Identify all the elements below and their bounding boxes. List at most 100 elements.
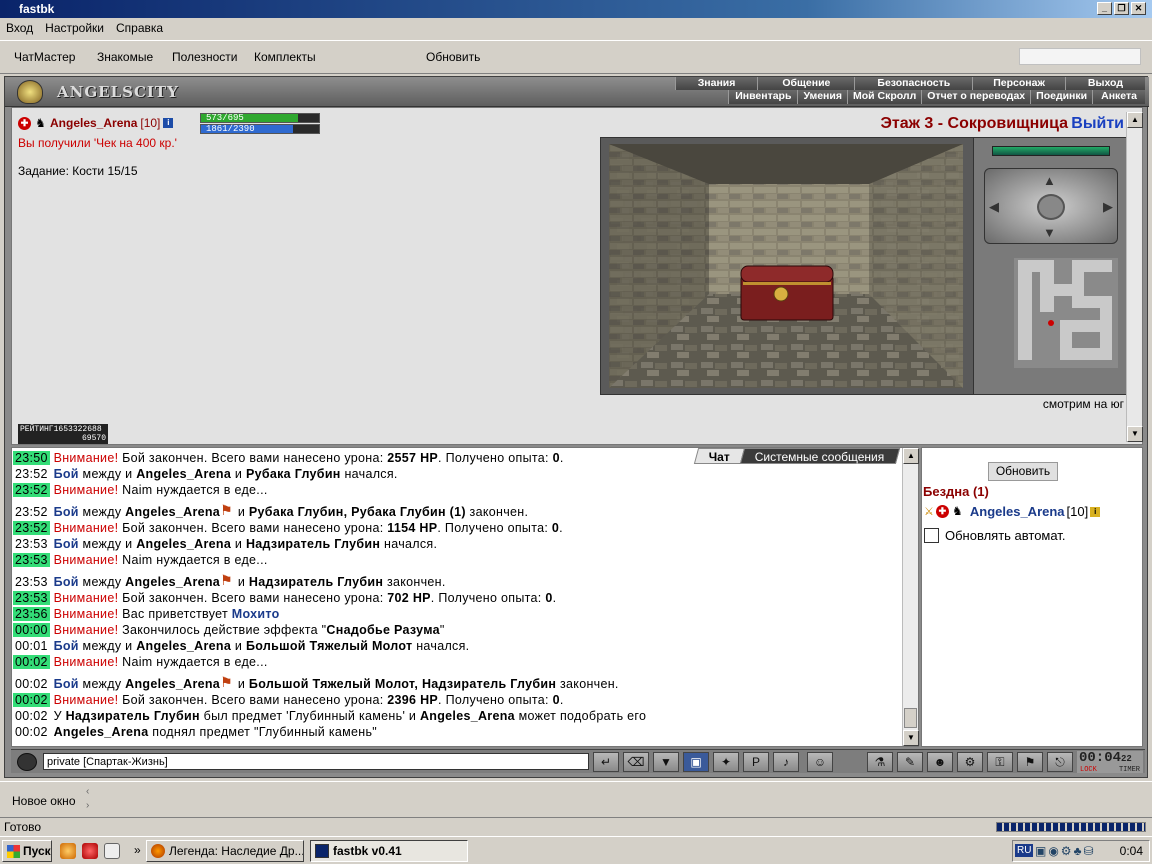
arrow-down-icon[interactable]: ▼: [1043, 225, 1056, 240]
chat-timestamp: 23:52: [15, 467, 48, 481]
chat-bold-text: Надзиратель Глубин: [245, 537, 381, 551]
lock-icon[interactable]: ⚿: [987, 752, 1013, 772]
chat-battle-link[interactable]: Бой: [54, 467, 79, 481]
online-refresh-button[interactable]: Обновить: [988, 462, 1058, 481]
info-icon[interactable]: i: [163, 118, 174, 128]
chat-input[interactable]: [43, 753, 589, 770]
chat-scroll-thumb[interactable]: [904, 708, 917, 728]
chat-bold-text: Angeles_Arena: [125, 575, 221, 589]
chat-battle-link[interactable]: Бой: [54, 575, 79, 589]
start-button[interactable]: Пуск: [2, 840, 52, 862]
arrow-left-icon[interactable]: ◀: [989, 199, 999, 215]
maximize-button[interactable]: ❐: [1114, 2, 1129, 15]
gear-icon[interactable]: ⚙: [957, 752, 983, 772]
search-input[interactable]: [1019, 48, 1141, 65]
next-arrow-icon[interactable]: ›: [86, 800, 89, 811]
auto-refresh-checkbox[interactable]: [924, 528, 939, 543]
chat-text: Бой закончен. Всего вами нанесено урона:: [118, 521, 388, 535]
chat-battle-link[interactable]: Бой: [54, 639, 79, 653]
close-button[interactable]: ✕: [1131, 2, 1146, 15]
flag-icon[interactable]: ⚑: [1017, 752, 1043, 772]
chat-line: 00:02 Внимание! Бой закончен. Всего вами…: [13, 692, 899, 708]
taskbar-game-window[interactable]: Легенда: Наследие Др...: [146, 840, 304, 862]
emote-icon[interactable]: ✦: [713, 752, 739, 772]
exit-icon[interactable]: ⎋: [1047, 752, 1073, 772]
chat-text: и: [234, 505, 249, 519]
nav-transfers[interactable]: Отчет о переводах: [921, 90, 1031, 104]
useful-button[interactable]: Полезности: [172, 50, 237, 64]
clock-time: 00:04: [1079, 750, 1122, 766]
nav-inventory[interactable]: Инвентарь: [728, 90, 798, 104]
translit-icon[interactable]: Р: [743, 752, 769, 772]
center-button[interactable]: [1037, 194, 1065, 220]
chat-battle-link[interactable]: Бой: [54, 505, 79, 519]
tray-icons[interactable]: ▣◉⚙♣⛁: [1035, 844, 1096, 858]
chat-text: закончен.: [465, 505, 529, 519]
quicklaunch-opera-icon[interactable]: [82, 843, 98, 859]
chat-timestamp: 23:52: [13, 483, 50, 497]
nav-duels[interactable]: Поединки: [1030, 90, 1093, 104]
chat-timestamp: 00:00: [13, 623, 50, 637]
chat-battle-link[interactable]: Бой: [54, 537, 79, 551]
chat-scroll-down-icon[interactable]: ▼: [903, 730, 919, 746]
chat-battle-link[interactable]: Бой: [54, 677, 79, 691]
smiley-icon[interactable]: ☺: [807, 752, 833, 772]
quicklaunch-more-icon[interactable]: »: [134, 843, 141, 857]
nav-character[interactable]: Персонаж: [972, 77, 1065, 90]
exit-link[interactable]: Выйти: [1071, 115, 1124, 133]
clock-timer[interactable]: TIMER: [1119, 766, 1140, 774]
minimize-button[interactable]: _: [1097, 2, 1112, 15]
clock-lock[interactable]: LOCK: [1080, 766, 1097, 774]
scroll-icon[interactable]: ✎: [897, 752, 923, 772]
taskbar-fastbk-window[interactable]: fastbk v0.41: [310, 840, 468, 862]
arrow-right-icon[interactable]: ▶: [1103, 199, 1113, 215]
main-scrollbar[interactable]: ▲ ▼: [1126, 112, 1143, 442]
save-icon[interactable]: ▣: [683, 752, 709, 772]
nav-security[interactable]: Безопасность: [854, 77, 973, 90]
nav-my-scroll[interactable]: Мой Скролл: [846, 90, 922, 104]
chat-text: и: [231, 467, 246, 481]
user-info-icon[interactable]: i: [1090, 506, 1101, 517]
mask-icon[interactable]: ☻: [927, 752, 953, 772]
menu-login[interactable]: Вход: [6, 21, 33, 35]
chat-timestamp: 00:02: [15, 677, 48, 691]
nav-skills[interactable]: Умения: [797, 90, 847, 104]
scroll-down-icon[interactable]: ▼: [1127, 426, 1143, 442]
user-name[interactable]: Angeles_Arena: [970, 504, 1065, 519]
clock-seconds: 22: [1121, 754, 1132, 764]
nav-communication[interactable]: Общение: [757, 77, 855, 90]
sound-icon[interactable]: ♪: [773, 752, 799, 772]
send-icon[interactable]: ↵: [593, 752, 619, 772]
quicklaunch-desktop-icon[interactable]: [104, 843, 120, 859]
nav-profile[interactable]: Анкета: [1092, 90, 1145, 104]
clear-icon[interactable]: ⌫: [623, 752, 649, 772]
tab-system-messages[interactable]: Системные сообщения: [740, 448, 901, 464]
language-indicator[interactable]: RU: [1015, 844, 1034, 857]
tab-chat[interactable]: Чат: [693, 448, 745, 464]
chat-text[interactable]: Мохито: [232, 607, 280, 621]
nav-knowledge[interactable]: Знания: [674, 77, 758, 90]
smile-menu-icon[interactable]: [17, 753, 37, 771]
refresh-button[interactable]: Обновить: [426, 50, 480, 64]
potion-icon[interactable]: ⚗: [867, 752, 893, 772]
new-window-button[interactable]: Новое окно: [12, 794, 76, 808]
chat-scrollbar[interactable]: ▲ ▼: [902, 448, 919, 746]
window-title: fastbk: [19, 2, 55, 16]
nav-exit[interactable]: Выход: [1064, 77, 1145, 90]
filter-icon[interactable]: ▼: [653, 752, 679, 772]
scroll-up-icon[interactable]: ▲: [1127, 112, 1143, 128]
prev-arrow-icon[interactable]: ‹: [86, 786, 89, 797]
chat-scroll-up-icon[interactable]: ▲: [903, 448, 919, 464]
chat-text: Бой закончен. Всего вами нанесено урона:: [118, 451, 388, 465]
direction-pad[interactable]: ▲ ▼ ◀ ▶: [984, 168, 1118, 244]
sets-button[interactable]: Комплекты: [254, 50, 316, 64]
arrow-up-icon[interactable]: ▲: [1043, 173, 1056, 188]
menu-settings[interactable]: Настройки: [45, 21, 104, 35]
menu-help[interactable]: Справка: [116, 21, 163, 35]
quicklaunch-browser-icon[interactable]: [60, 843, 76, 859]
clock-widget: 00:0422 LOCK TIMER: [1077, 750, 1143, 774]
friends-button[interactable]: Знакомые: [97, 50, 153, 64]
chat-text: . Получено опыта:: [438, 451, 553, 465]
character-name[interactable]: Angeles_Arena: [50, 116, 137, 130]
chatmaster-button[interactable]: ЧатМастер: [14, 50, 75, 64]
